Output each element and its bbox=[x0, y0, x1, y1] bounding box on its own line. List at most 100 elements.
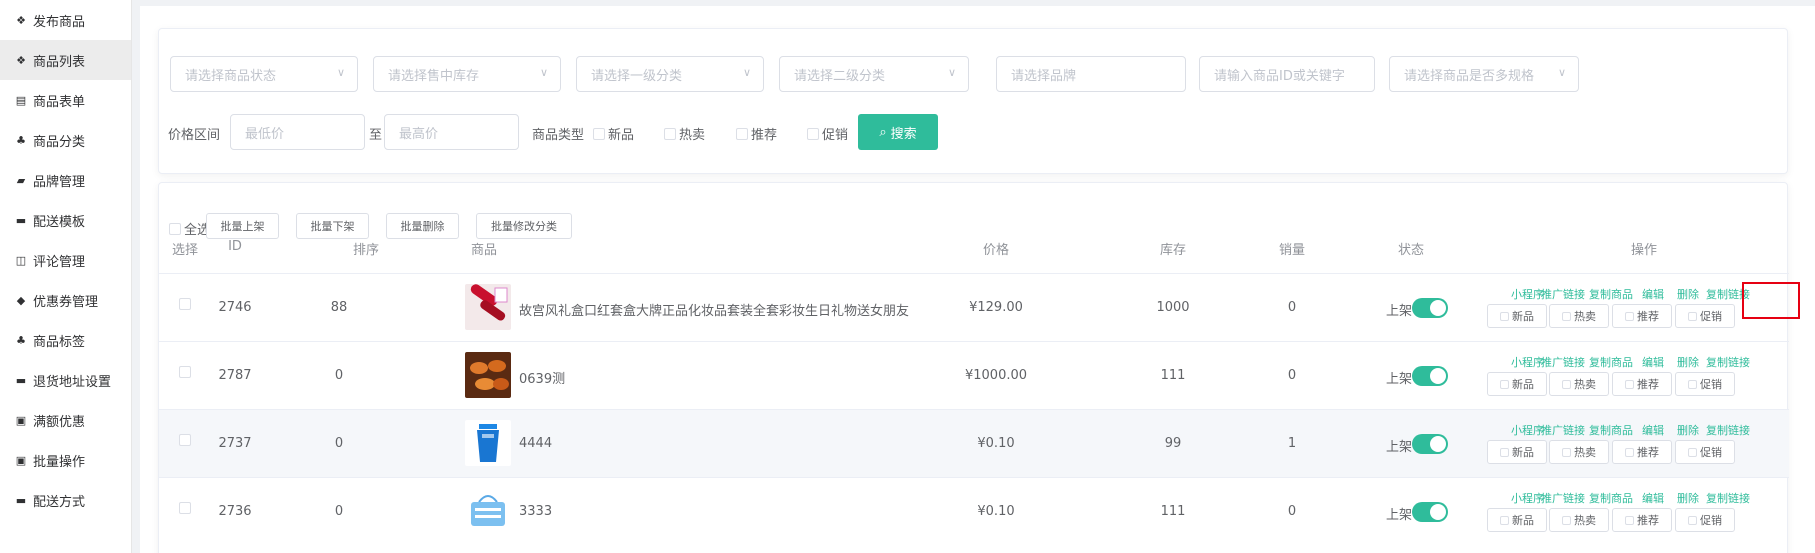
product-thumbnail bbox=[465, 420, 511, 466]
mini-program-link[interactable]: 小程序 bbox=[1511, 354, 1544, 370]
promo-link[interactable]: 推广链接 bbox=[1541, 354, 1585, 370]
sidebar-item-delivery[interactable]: ▬ 配送方式 bbox=[0, 480, 131, 520]
mini-program-link[interactable]: 小程序 bbox=[1511, 286, 1544, 302]
sidebar-item-shipping-template[interactable]: ▬ 配送模板 bbox=[0, 200, 131, 240]
copy-product-link[interactable]: 复制商品 bbox=[1589, 354, 1633, 370]
status-toggle[interactable] bbox=[1412, 366, 1448, 386]
tag-promo-button[interactable]: 促销 bbox=[1675, 372, 1735, 396]
header-sales: 销量 bbox=[1278, 243, 1306, 258]
copy-url-link[interactable]: 复制链接 bbox=[1706, 490, 1750, 506]
row-checkbox[interactable] bbox=[179, 366, 191, 378]
table-row: 2736 0 3333 ¥0.10 111 0 上架 小程序 推广链接 复制商品 编辑 删除 复制链接新… bbox=[159, 477, 1789, 545]
brand-input[interactable]: 请选择品牌 bbox=[996, 56, 1186, 92]
product-name[interactable]: 故宫风礼盒口红套盒大牌正品化妆品套装全套彩妆生日礼物送女朋友 bbox=[519, 300, 909, 319]
bulk-delete-button[interactable]: 批量删除 bbox=[386, 213, 459, 239]
bulk-on-shelf-button[interactable]: 批量上架 bbox=[206, 213, 279, 239]
type-checkbox-new[interactable]: 新品 bbox=[593, 124, 634, 143]
stock-select[interactable]: 请选择售中库存 ∨ bbox=[373, 56, 561, 92]
highlight-box bbox=[1742, 282, 1800, 319]
sidebar-item-brand[interactable]: ▰ 品牌管理 bbox=[0, 160, 131, 200]
tag-promo-button[interactable]: 促销 bbox=[1675, 440, 1735, 464]
tag-new-button[interactable]: 新品 bbox=[1487, 440, 1547, 464]
mini-program-link[interactable]: 小程序 bbox=[1511, 422, 1544, 438]
copy-url-link[interactable]: 复制链接 bbox=[1706, 354, 1750, 370]
tag-hot-button[interactable]: 热卖 bbox=[1549, 372, 1609, 396]
search-button[interactable]: ⌕ 搜索 bbox=[858, 114, 938, 150]
header-id: ID bbox=[228, 239, 242, 254]
promo-link[interactable]: 推广链接 bbox=[1541, 286, 1585, 302]
sidebar-item-comments[interactable]: ◫ 评论管理 bbox=[0, 240, 131, 280]
status-toggle[interactable] bbox=[1412, 434, 1448, 454]
sidebar-item-coupons[interactable]: ◆ 优惠券管理 bbox=[0, 280, 131, 320]
sidebar-item-return-address[interactable]: ▬ 退货地址设置 bbox=[0, 360, 131, 400]
tag-promo-button[interactable]: 促销 bbox=[1675, 508, 1735, 532]
sidebar-item-category[interactable]: ♣ 商品分类 bbox=[0, 120, 131, 160]
select-all-checkbox[interactable]: 全选 bbox=[169, 219, 210, 238]
status-select[interactable]: 请选择商品状态 ∨ bbox=[170, 56, 358, 92]
product-name[interactable]: 3333 bbox=[519, 504, 552, 519]
copy-product-link[interactable]: 复制商品 bbox=[1589, 490, 1633, 506]
sidebar-item-bulk-ops[interactable]: ▣ 批量操作 bbox=[0, 440, 131, 480]
tag-recommend-button[interactable]: 推荐 bbox=[1612, 440, 1672, 464]
status-toggle[interactable] bbox=[1412, 502, 1448, 522]
to-label: 至 bbox=[369, 128, 383, 143]
spec-select[interactable]: 请选择商品是否多规格 ∨ bbox=[1389, 56, 1579, 92]
type-checkbox-recommend[interactable]: 推荐 bbox=[736, 124, 777, 143]
tag-promo-button[interactable]: 促销 bbox=[1675, 304, 1735, 328]
tag-hot-button[interactable]: 热卖 bbox=[1549, 508, 1609, 532]
tag-new-button[interactable]: 新品 bbox=[1487, 508, 1547, 532]
product-thumbnail bbox=[465, 284, 511, 330]
copy-url-link[interactable]: 复制链接 bbox=[1706, 422, 1750, 438]
status-toggle[interactable] bbox=[1412, 298, 1448, 318]
tag-new-button[interactable]: 新品 bbox=[1487, 372, 1547, 396]
row-sales: 0 bbox=[1287, 300, 1297, 315]
edit-link[interactable]: 编辑 bbox=[1642, 354, 1664, 370]
row-stock: 111 bbox=[1160, 504, 1186, 519]
sidebar-item-tags[interactable]: ♣ 商品标签 bbox=[0, 320, 131, 360]
row-checkbox[interactable] bbox=[179, 298, 191, 310]
delete-link[interactable]: 删除 bbox=[1677, 490, 1699, 506]
edit-link[interactable]: 编辑 bbox=[1642, 422, 1664, 438]
sidebar-item-label: 品牌管理 bbox=[33, 174, 86, 190]
tag-recommend-button[interactable]: 推荐 bbox=[1612, 508, 1672, 532]
min-price-input[interactable]: 最低价 bbox=[230, 114, 365, 150]
delete-link[interactable]: 删除 bbox=[1677, 422, 1699, 438]
header-price: 价格 bbox=[982, 243, 1010, 258]
truck-icon: ▬ bbox=[15, 213, 27, 227]
max-price-input[interactable]: 最高价 bbox=[384, 114, 519, 150]
tag-hot-button[interactable]: 热卖 bbox=[1549, 440, 1609, 464]
row-checkbox[interactable] bbox=[179, 502, 191, 514]
type-checkbox-hot[interactable]: 热卖 bbox=[664, 124, 705, 143]
category1-select[interactable]: 请选择一级分类 ∨ bbox=[576, 56, 764, 92]
product-name[interactable]: 0639测 bbox=[519, 368, 565, 387]
edit-link[interactable]: 编辑 bbox=[1642, 490, 1664, 506]
category2-select[interactable]: 请选择二级分类 ∨ bbox=[779, 56, 969, 92]
tag-new-button[interactable]: 新品 bbox=[1487, 304, 1547, 328]
product-type-label: 商品类型 bbox=[532, 128, 585, 143]
row-status-label: 上架 bbox=[1386, 508, 1413, 523]
promo-link[interactable]: 推广链接 bbox=[1541, 422, 1585, 438]
tag-recommend-button[interactable]: 推荐 bbox=[1612, 304, 1672, 328]
row-checkbox[interactable] bbox=[179, 434, 191, 446]
delete-link[interactable]: 删除 bbox=[1677, 354, 1699, 370]
edit-link[interactable]: 编辑 bbox=[1642, 286, 1664, 302]
gift-icon: ▣ bbox=[15, 453, 27, 467]
bulk-change-category-button[interactable]: 批量修改分类 bbox=[476, 213, 572, 239]
bulk-off-shelf-button[interactable]: 批量下架 bbox=[296, 213, 369, 239]
sidebar-item-full-discount[interactable]: ▣ 满额优惠 bbox=[0, 400, 131, 440]
type-checkbox-promo[interactable]: 促销 bbox=[807, 124, 848, 143]
delete-link[interactable]: 删除 bbox=[1677, 286, 1699, 302]
sidebar-item-publish[interactable]: ❖ 发布商品 bbox=[0, 0, 131, 40]
keyword-input[interactable]: 请输入商品ID或关键字 bbox=[1199, 56, 1375, 92]
product-name[interactable]: 4444 bbox=[519, 436, 552, 451]
promo-link[interactable]: 推广链接 bbox=[1541, 490, 1585, 506]
tag-recommend-button[interactable]: 推荐 bbox=[1612, 372, 1672, 396]
copy-product-link[interactable]: 复制商品 bbox=[1589, 286, 1633, 302]
tag-hot-button[interactable]: 热卖 bbox=[1549, 304, 1609, 328]
mini-program-link[interactable]: 小程序 bbox=[1511, 490, 1544, 506]
sidebar-item-product-form[interactable]: ▤ 商品表单 bbox=[0, 80, 131, 120]
sidebar-item-product-list[interactable]: ❖ 商品列表 bbox=[0, 40, 131, 80]
copy-product-link[interactable]: 复制商品 bbox=[1589, 422, 1633, 438]
header-status: 状态 bbox=[1397, 243, 1425, 258]
header-ops: 操作 bbox=[1630, 243, 1658, 258]
